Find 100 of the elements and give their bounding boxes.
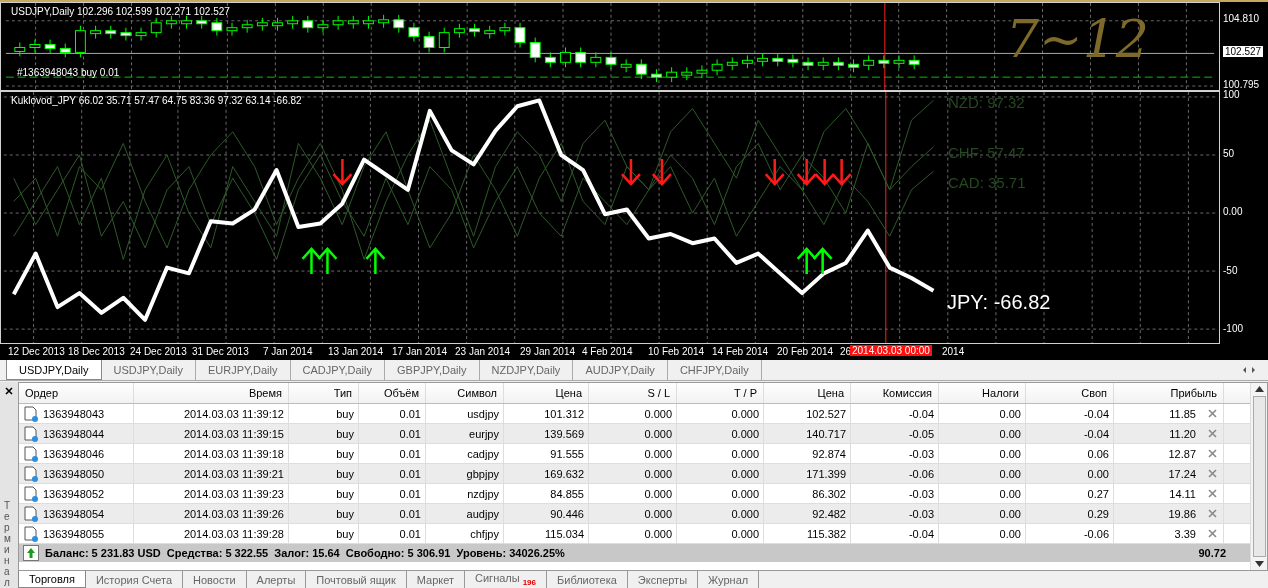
close-order-icon[interactable] [1208,529,1217,538]
indicator-header: Kuklovod_JPY 66.02 35.71 57.47 64.75 83.36 97.32 63.14 -66.82 [11,95,302,106]
table-cell: 2014.03.03 11:39:28 [183,527,284,540]
candle [150,17,162,39]
close-order-icon[interactable] [1208,489,1217,498]
table-cell: 11.85 [1169,407,1196,420]
column-header[interactable]: T / P [677,383,764,403]
candle [332,15,344,31]
table-cell: 0.000 [731,427,759,440]
close-order-icon[interactable] [1208,429,1217,438]
candle [787,53,799,68]
close-order-icon[interactable] [1208,449,1217,458]
table-cell: 1363948054 [43,507,105,520]
table-cell: audjpy [466,507,499,520]
table-cell: usdjpy [467,407,499,420]
column-header[interactable]: Тип [289,383,359,403]
order-icon [23,425,39,442]
table-cell: 0.000 [731,507,759,520]
tab-scroll-icon[interactable] [1242,366,1256,374]
table-cell: 0.00 [999,487,1021,500]
table-cell: 0.01 [399,467,421,480]
table-cell: buy [336,487,354,500]
table-cell: 0.000 [644,427,672,440]
candle [499,22,511,37]
column-header[interactable]: Объём [359,383,426,403]
table-cell: 140.717 [806,427,846,440]
column-header[interactable]: Комиссия [851,383,939,403]
indicator-axis-label: -50 [1223,264,1238,276]
candle [908,54,920,70]
table-cell: -0.04 [908,527,934,540]
candle [469,23,480,38]
close-order-icon[interactable] [1208,469,1217,478]
candle [317,19,329,34]
column-header[interactable]: S / L [589,383,677,403]
table-cell: 0.01 [399,427,421,440]
column-header[interactable]: Налоги [939,383,1026,403]
candle [226,22,238,37]
table-cell: -0.04 [1083,427,1109,440]
table-cell: 1363948046 [43,447,105,460]
time-axis-label: 17 Jan 2014 [392,346,448,357]
column-header[interactable]: Прибыль [1114,383,1224,403]
table-cell: 0.01 [399,527,421,540]
time-axis-label: 2014 [942,346,965,357]
order-icon [23,445,39,462]
table-cell: 2014.03.03 11:39:15 [183,427,284,440]
table-cell: -0.03 [908,487,934,500]
table-cell: -0.05 [908,427,934,440]
candle [211,17,223,37]
table-cell: 0.000 [731,447,759,460]
table-cell: eurjpy [469,427,499,440]
table-cell: cadjpy [467,447,499,460]
table-cell: 91.555 [550,447,584,460]
table-cell: 101.312 [544,407,584,420]
candle [59,43,71,58]
close-order-icon[interactable] [1208,509,1217,518]
table-cell: 115.034 [545,527,584,540]
currency-value-label: CHF: 57.47 [948,144,1025,161]
table-cell: 0.000 [731,407,759,420]
table-cell: 0.01 [399,507,421,520]
order-icon [23,405,39,422]
close-icon[interactable] [5,387,13,395]
table-cell: 0.00 [999,427,1021,440]
candle [711,58,723,76]
table-cell: 3.39 [1174,527,1196,540]
candle [590,51,602,68]
table-cell: chfjpy [470,527,499,540]
table-cell: -0.04 [908,407,934,420]
chart-tab[interactable]: USDJPY,Daily [6,360,102,380]
table-cell: 0.29 [1087,507,1109,520]
candle [75,25,86,58]
scrollbar[interactable] [1250,383,1267,570]
table-cell: 2014.03.03 11:39:21 [183,467,284,480]
column-header[interactable]: Время [134,383,289,403]
time-axis-label: 29 Jan 2014 [520,346,576,357]
close-order-icon[interactable] [1208,409,1217,418]
table-cell: 14.11 [1169,487,1196,500]
table-cell: 92.874 [812,447,846,460]
column-header[interactable]: Цена [764,383,851,403]
candle [90,25,101,40]
table-cell: 11.20 [1169,427,1196,440]
table-cell: 169.632 [544,467,584,480]
candle [105,25,117,40]
table-cell: 0.00 [999,527,1021,540]
order-icon [23,485,39,502]
order-icon [23,505,39,522]
candle [44,39,56,54]
column-header[interactable]: Своп [1026,383,1114,403]
terminal-tab[interactable]: Торговля [18,571,86,588]
order-icon [23,525,39,542]
table-cell: 115.382 [807,527,846,540]
currency-value-label: CAD: 35.71 [948,174,1026,191]
column-header[interactable]: Ордер [19,383,134,403]
table-cell: -0.03 [908,447,934,460]
table-cell: 139.569 [544,427,584,440]
scroll-up-icon[interactable] [1254,386,1264,392]
scroll-down-icon[interactable] [1254,561,1264,567]
chart-header: USDJPY,Daily 102.296 102.599 102.271 102.527 [11,6,230,17]
column-header[interactable]: Цена [504,383,589,403]
column-header[interactable]: Символ [426,383,504,403]
table-cell: 92.482 [812,507,846,520]
